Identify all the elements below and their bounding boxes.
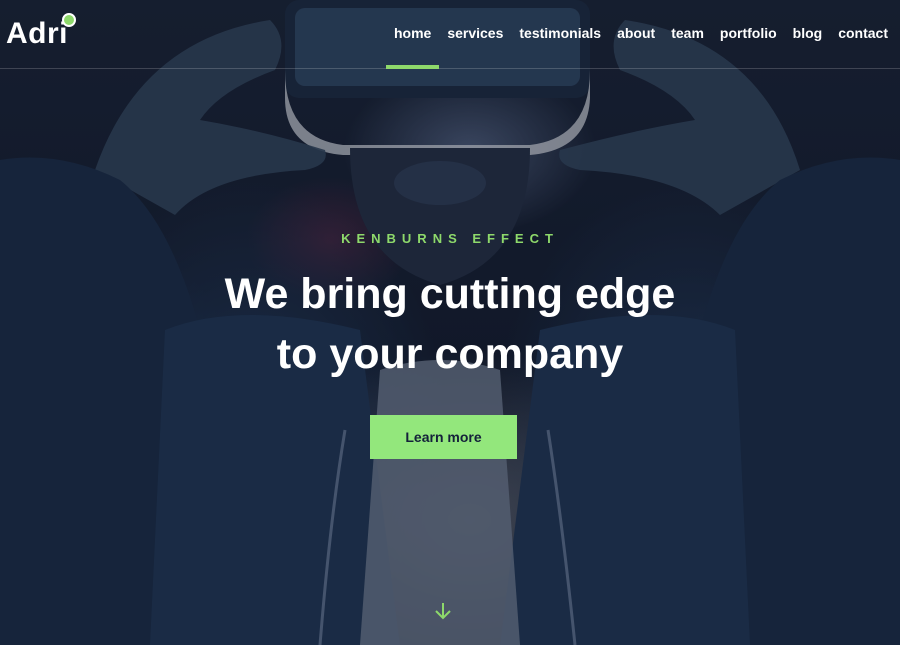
logo[interactable]: Adri — [6, 13, 76, 54]
nav-item-portfolio[interactable]: portfolio — [712, 22, 785, 44]
nav-item-services[interactable]: services — [439, 22, 511, 44]
nav-item-contact[interactable]: contact — [830, 22, 896, 44]
learn-more-button[interactable]: Learn more — [370, 415, 517, 459]
nav-item-about[interactable]: about — [609, 22, 663, 44]
nav-item-testimonials[interactable]: testimonials — [511, 22, 609, 44]
hero-eyebrow: KENBURNS EFFECT — [341, 231, 559, 246]
nav-item-home[interactable]: home — [385, 22, 440, 69]
site-header: Adri home services testimonials about te… — [0, 0, 900, 69]
nav-item-team[interactable]: team — [663, 22, 712, 44]
logo-text[interactable]: Adri — [6, 17, 68, 50]
hero-content: KENBURNS EFFECT We bring cutting edge to… — [0, 0, 900, 645]
hero-section: Adri home services testimonials about te… — [0, 0, 900, 645]
main-nav: home services testimonials about team po… — [385, 22, 896, 69]
arrow-down-icon[interactable] — [433, 601, 453, 621]
logo-dot-icon — [62, 13, 76, 27]
hero-headline-line-1: We bring cutting edge — [224, 270, 676, 318]
hero-headline-line-2: to your company — [276, 330, 624, 378]
nav-item-blog[interactable]: blog — [785, 22, 831, 44]
